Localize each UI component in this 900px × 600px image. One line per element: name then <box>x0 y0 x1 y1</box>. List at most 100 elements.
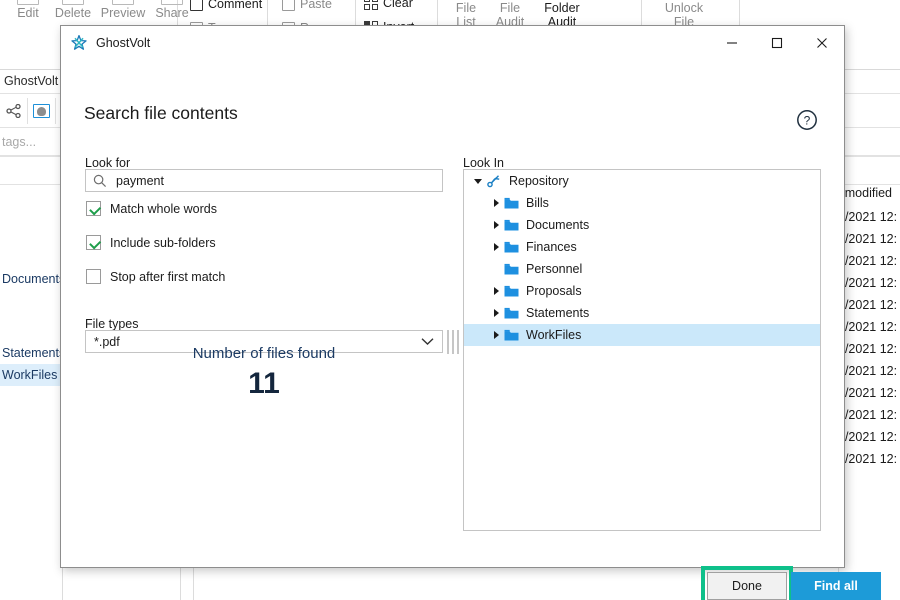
done-button[interactable]: Done <box>707 572 787 600</box>
tree-item-repository[interactable]: Repository <box>464 170 820 192</box>
minimize-button[interactable] <box>709 27 754 59</box>
tree-item-personnel[interactable]: Personnel <box>464 258 820 280</box>
comment-icon <box>190 0 203 11</box>
share-icon <box>161 0 183 5</box>
file-row-date[interactable]: 4/2021 12: <box>838 338 900 360</box>
preview-icon <box>112 0 134 5</box>
user-folder-icon <box>33 103 50 118</box>
ribbon-button-comment[interactable]: Comment <box>190 0 262 11</box>
ribbon-button-delete[interactable]: Delete <box>48 0 98 21</box>
tree-item-finances[interactable]: Finances <box>464 236 820 258</box>
tree-item-statements[interactable]: Statements <box>464 302 820 324</box>
look-in-label: Look In <box>463 156 505 170</box>
search-file-contents-dialog: GhostVolt Search file contents ? Look fo… <box>60 25 881 600</box>
folder-icon <box>504 241 519 253</box>
tree-label-proposals: Proposals <box>526 284 582 298</box>
tree-expander-collapsed[interactable] <box>488 236 504 258</box>
maximize-icon <box>771 37 782 48</box>
tree-label-personnel: Personnel <box>526 262 583 276</box>
tree-expander-collapsed[interactable] <box>488 324 504 346</box>
bg-tree-item[interactable]: Documents <box>0 268 62 290</box>
file-row-date[interactable]: 4/2021 12: <box>838 360 900 382</box>
delete-icon <box>62 0 84 5</box>
tree-item-bills[interactable]: Bills <box>464 192 820 214</box>
toolbar-share-button[interactable] <box>0 97 28 124</box>
tree-item-proposals[interactable]: Proposals <box>464 280 820 302</box>
file-row-date[interactable]: 4/2021 12: <box>838 316 900 338</box>
tree-expander-collapsed[interactable] <box>488 214 504 236</box>
ribbon-label-comment: Comment <box>208 0 263 11</box>
folder-icon <box>504 285 519 297</box>
file-row-date[interactable]: 4/2021 12: <box>838 294 900 316</box>
file-row-date[interactable]: 4/2021 12: <box>838 250 900 272</box>
paste-icon <box>282 0 295 11</box>
help-circle-icon: ? <box>797 110 817 130</box>
checkbox-stop-after-first-match[interactable]: Stop after first match <box>86 269 225 284</box>
edit-icon <box>17 0 39 5</box>
results-label: Number of files found <box>192 345 336 362</box>
help-button[interactable]: ? <box>796 109 818 131</box>
tree-label-repository: Repository <box>509 174 569 188</box>
dialog-titlebar[interactable]: GhostVolt <box>61 26 844 59</box>
clear-grid-icon <box>364 0 378 10</box>
breadcrumb-root[interactable]: GhostVolt <box>4 74 58 88</box>
ribbon-label-file-list: File <box>455 1 477 15</box>
share-nodes-icon <box>5 103 21 118</box>
ribbon-button-preview[interactable]: Preview <box>94 0 152 21</box>
file-row-date[interactable]: 4/2021 12: <box>838 206 900 228</box>
minimize-icon <box>726 41 737 44</box>
file-row-date[interactable]: 4/2021 12: <box>838 272 900 294</box>
checkbox-label-stop-after-first-match: Stop after first match <box>110 269 226 284</box>
checkbox-unchecked-icon <box>86 269 101 284</box>
background-file-rows: 4/2021 12: 4/2021 12: 4/2021 12: 4/2021 … <box>838 206 900 470</box>
close-icon <box>816 37 827 48</box>
file-row-date[interactable]: 4/2021 12: <box>838 228 900 250</box>
file-row-date[interactable]: 4/2021 12: <box>838 426 900 448</box>
checkbox-match-whole-words[interactable]: Match whole words <box>86 201 217 216</box>
tree-expander-collapsed[interactable] <box>488 280 504 302</box>
tree-label-statements: Statements <box>526 306 590 320</box>
bg-tree-item-selected[interactable]: WorkFiles <box>0 364 62 386</box>
tree-expander-collapsed[interactable] <box>488 302 504 324</box>
page-title: Search file contents <box>84 103 238 123</box>
tree-expander-expanded[interactable] <box>470 170 486 192</box>
column-header-modified[interactable]: modified <box>845 186 892 200</box>
checkbox-label-include-sub-folders: Include sub-folders <box>110 235 216 250</box>
ribbon-button-clear[interactable]: Clear <box>364 0 413 10</box>
ribbon-button-edit[interactable]: Edit <box>8 0 48 21</box>
file-row-date[interactable]: 4/2021 12: <box>838 382 900 404</box>
close-button[interactable] <box>799 27 844 59</box>
dialog-title: GhostVolt <box>96 35 151 50</box>
panel-splitter-grip[interactable] <box>447 329 459 355</box>
tree-item-workfiles[interactable]: WorkFiles <box>464 324 820 346</box>
tags-placeholder: tags... <box>2 134 37 149</box>
ribbon-label-paste: Paste <box>300 0 332 11</box>
checkbox-include-sub-folders[interactable]: Include sub-folders <box>86 235 216 250</box>
search-input[interactable]: payment <box>85 169 443 192</box>
tree-expander-collapsed[interactable] <box>488 192 504 214</box>
folder-icon <box>504 197 519 209</box>
status-divider-left <box>180 568 181 600</box>
ribbon-button-paste[interactable]: Paste <box>282 0 332 11</box>
tree-label-finances: Finances <box>526 240 577 254</box>
tree-expander-none <box>488 258 504 280</box>
svg-text:?: ? <box>804 114 811 128</box>
ribbon-label-unlock: Unlock <box>664 1 704 15</box>
file-row-date[interactable]: 4/2021 12: <box>838 448 900 470</box>
ribbon-label-edit: Edit <box>17 6 39 20</box>
checkbox-checked-icon <box>86 201 101 216</box>
folder-icon <box>504 219 519 231</box>
results-count: 11 <box>248 367 280 400</box>
file-row-date[interactable]: 4/2021 12: <box>838 404 900 426</box>
repository-icon <box>487 175 500 188</box>
bg-tree-item[interactable]: Statements <box>0 342 62 364</box>
look-in-tree[interactable]: Repository Bills Documents Finances Pers… <box>463 169 821 531</box>
ribbon-label-preview: Preview <box>100 6 146 20</box>
toolbar-user-folder-button[interactable] <box>28 97 56 124</box>
ribbon-label-folder-audit: Folder <box>544 1 580 15</box>
tree-label-documents: Documents <box>526 218 590 232</box>
maximize-button[interactable] <box>754 27 799 59</box>
folder-icon <box>504 329 519 341</box>
tree-item-documents[interactable]: Documents <box>464 214 820 236</box>
find-all-button[interactable]: Find all <box>791 572 881 600</box>
